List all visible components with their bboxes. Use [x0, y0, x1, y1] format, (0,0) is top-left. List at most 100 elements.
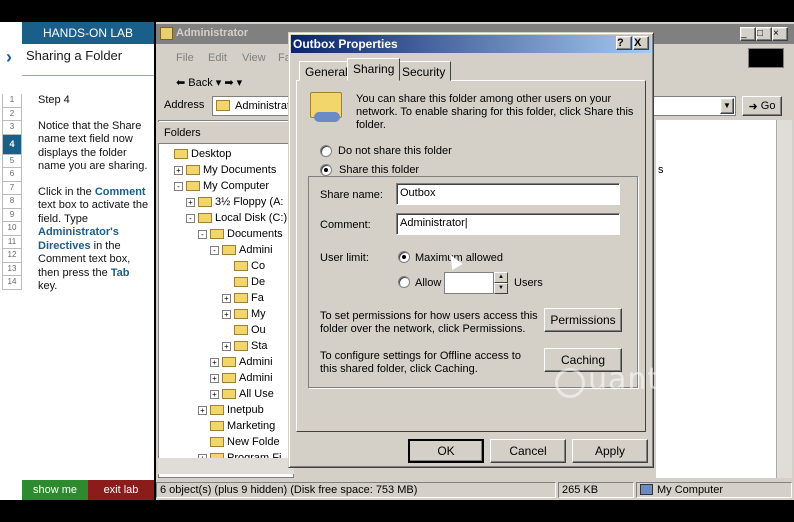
maximize-button[interactable]: □: [756, 27, 772, 41]
tree-item-label: Ou: [251, 324, 266, 336]
collapse-icon[interactable]: -: [186, 213, 195, 223]
expand-icon[interactable]: +: [210, 389, 219, 399]
menu-view[interactable]: View: [242, 52, 266, 64]
menu-edit[interactable]: Edit: [208, 52, 227, 64]
expand-icon[interactable]: +: [174, 165, 183, 175]
go-button[interactable]: ➜ Go: [742, 96, 782, 116]
expand-icon[interactable]: +: [186, 197, 195, 207]
tree-item-label: De: [251, 276, 266, 288]
folder-icon: [234, 261, 248, 272]
horizontal-scrollbar[interactable]: [158, 458, 294, 474]
step-item-2[interactable]: 2: [2, 107, 22, 121]
watermark: uantrimang: [588, 362, 773, 397]
tree-item[interactable]: Marketing: [198, 420, 275, 432]
step-item-1[interactable]: 1: [2, 94, 22, 108]
expand-icon[interactable]: +: [222, 293, 231, 303]
folder-icon: [198, 213, 212, 224]
collapse-icon[interactable]: -: [198, 229, 207, 239]
tree-item[interactable]: - Admini: [210, 244, 273, 256]
step-item-6[interactable]: 6: [2, 168, 22, 182]
cancel-button[interactable]: Cancel: [490, 439, 566, 463]
do-not-share-radio[interactable]: [320, 145, 332, 157]
folder-icon: [234, 325, 248, 336]
tree-item[interactable]: Ou: [222, 324, 266, 336]
folder-icon: [186, 181, 200, 192]
folder-icon: [210, 421, 224, 432]
comment-input[interactable]: Administrator|: [396, 213, 620, 235]
apply-button[interactable]: Apply: [572, 439, 648, 463]
step-item-5[interactable]: 5: [2, 154, 22, 168]
tab-general[interactable]: General: [299, 61, 354, 81]
user-count-input[interactable]: [444, 272, 494, 294]
expand-icon[interactable]: +: [210, 357, 219, 367]
step-item-14[interactable]: 14: [2, 276, 22, 290]
tab-security[interactable]: Security: [396, 61, 452, 81]
tree-item[interactable]: + Fa: [222, 292, 264, 304]
collapse-icon[interactable]: -: [174, 181, 183, 191]
step-item-4[interactable]: 4: [2, 134, 22, 155]
folder-icon: [198, 197, 212, 208]
tree-item-label: Fa: [251, 292, 264, 304]
minimize-button[interactable]: _: [740, 27, 756, 41]
expand-icon[interactable]: +: [198, 405, 207, 415]
collapse-icon[interactable]: -: [210, 245, 219, 255]
permissions-button[interactable]: Permissions: [544, 308, 622, 332]
share-this-radio[interactable]: [320, 164, 332, 176]
tree-item[interactable]: De: [222, 276, 265, 288]
tree-item-label: Local Disk (C:): [215, 212, 288, 224]
back-button[interactable]: ⬅ Back ▾ ➡ ▾: [176, 76, 242, 89]
user-count-stepper[interactable]: ▲ ▼: [494, 272, 508, 294]
arrow-down-icon[interactable]: ▼: [494, 283, 508, 294]
step-item-7[interactable]: 7: [2, 181, 22, 195]
tree-item[interactable]: + My Documents: [174, 164, 276, 176]
step-item-10[interactable]: 10: [2, 222, 22, 236]
arrow-up-icon[interactable]: ▲: [494, 272, 508, 283]
allow-radio[interactable]: [398, 276, 410, 288]
menu-file[interactable]: File: [176, 52, 194, 64]
tree-item[interactable]: + Admini: [210, 372, 273, 384]
watermark-logo-icon: [555, 368, 585, 398]
tree-item[interactable]: - My Computer: [174, 180, 269, 192]
step-item-12[interactable]: 12: [2, 249, 22, 263]
exit-lab-button[interactable]: exit lab: [88, 480, 154, 500]
expand-icon[interactable]: +: [222, 341, 231, 351]
show-me-button[interactable]: show me: [22, 480, 88, 500]
sharing-intro: You can share this folder among other us…: [356, 93, 634, 131]
tab-sharing[interactable]: Sharing: [347, 58, 401, 81]
tree-item[interactable]: + Admini: [210, 356, 273, 368]
tree-item[interactable]: + All Use: [210, 388, 274, 400]
dialog-close-button[interactable]: X: [633, 36, 649, 50]
tree-item[interactable]: + Inetpub: [198, 404, 264, 416]
vertical-scrollbar[interactable]: [776, 120, 792, 478]
step-item-11[interactable]: 11: [2, 235, 22, 249]
tree-item[interactable]: +3½ Floppy (A:: [186, 196, 283, 208]
help-button[interactable]: ?: [616, 36, 632, 50]
step-item-8[interactable]: 8: [2, 195, 22, 209]
share-name-input[interactable]: Outbox: [396, 183, 620, 205]
step-item-13[interactable]: 13: [2, 262, 22, 276]
caching-text: To configure settings for Offline access…: [320, 350, 521, 375]
tree-item[interactable]: New Folde: [198, 436, 280, 448]
step-item-9[interactable]: 9: [2, 208, 22, 222]
tree-item[interactable]: - Local Disk (C:): [186, 212, 287, 224]
expand-icon[interactable]: +: [222, 309, 231, 319]
chevron-down-icon[interactable]: ▼: [720, 98, 734, 114]
tree-item[interactable]: + My: [222, 308, 266, 320]
tree-item[interactable]: Co: [222, 260, 265, 272]
tree-item-label: New Folde: [227, 436, 280, 448]
folder-icon: [210, 229, 224, 240]
status-objects: 6 object(s) (plus 9 hidden) (Disk free s…: [156, 482, 556, 498]
comment-label: Comment:: [320, 219, 371, 231]
close-button[interactable]: ×: [772, 27, 788, 41]
expand-icon[interactable]: +: [210, 373, 219, 383]
tree-item[interactable]: + Sta: [222, 340, 268, 352]
lab-instructions: Step 4 Notice that the Share name text f…: [38, 94, 150, 306]
contents-text: s: [658, 164, 664, 176]
tree-item[interactable]: Desktop: [162, 148, 231, 160]
ok-button[interactable]: OK: [408, 439, 484, 463]
max-allowed-radio[interactable]: [398, 251, 410, 263]
tree-item[interactable]: - Documents: [198, 228, 283, 240]
permissions-text: To set permissions for how users access …: [320, 310, 538, 335]
folder-icon: [210, 405, 224, 416]
step-item-3[interactable]: 3: [2, 121, 22, 135]
